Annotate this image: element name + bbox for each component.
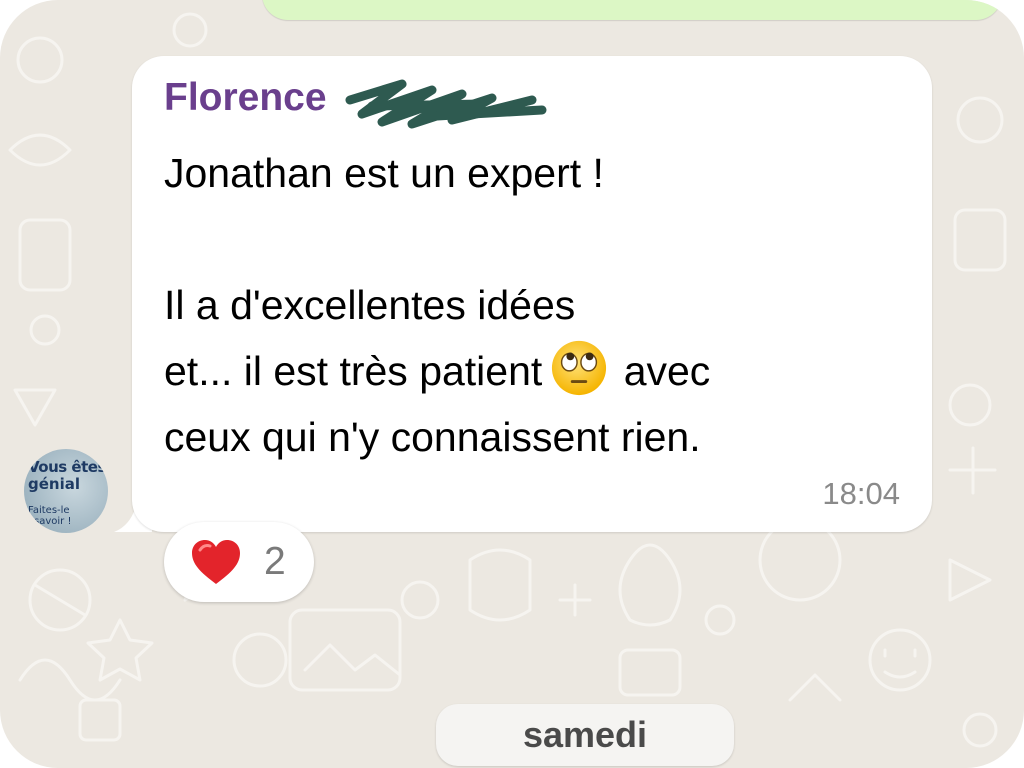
message-line: ceux qui n'y connaissent rien. bbox=[164, 414, 701, 460]
sender-name[interactable]: Florence bbox=[164, 76, 327, 120]
message-bubble[interactable]: Florence Jonathan est un expert ! Il a d… bbox=[132, 56, 932, 532]
rolling-eyes-emoji-icon bbox=[552, 340, 607, 396]
avatar-text: savoir ! bbox=[34, 516, 72, 527]
message-text-part: et... il est très patient bbox=[164, 348, 543, 394]
message-line-with-emoji: et... il est très patient avec bbox=[164, 338, 904, 404]
message-text: Jonathan est un expert ! Il a d'excellen… bbox=[164, 140, 904, 470]
reaction-count: 2 bbox=[264, 540, 286, 583]
avatar-text: Vous êtes bbox=[28, 458, 106, 476]
reaction-pill[interactable]: 2 bbox=[164, 522, 314, 602]
message-line-gap bbox=[164, 206, 904, 272]
previous-outgoing-bubble bbox=[262, 0, 1002, 20]
heart-icon bbox=[192, 540, 240, 584]
message-line: Jonathan est un expert ! bbox=[164, 150, 604, 196]
date-separator: samedi bbox=[436, 704, 734, 766]
redaction-scribble bbox=[345, 79, 547, 129]
avatar-text: génial bbox=[28, 475, 80, 493]
avatar[interactable]: Vous êtes génial Faites-le savoir ! bbox=[24, 449, 108, 533]
chat-screen: Vous êtes génial Faites-le savoir ! Flor… bbox=[0, 0, 1024, 768]
message-line: Il a d'excellentes idées bbox=[164, 282, 576, 328]
message-text-part: avec bbox=[623, 348, 711, 394]
message-timestamp: 18:04 bbox=[822, 476, 900, 511]
avatar-text: Faites-le bbox=[28, 505, 70, 516]
